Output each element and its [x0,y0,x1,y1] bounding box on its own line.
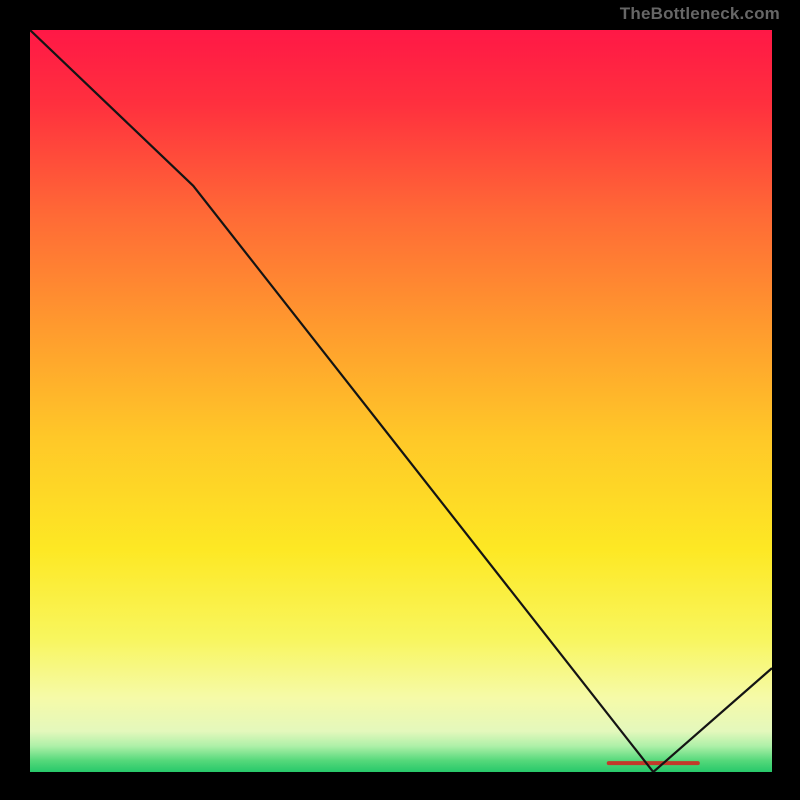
watermark-text: TheBottleneck.com [620,4,780,24]
plot-svg [30,30,772,772]
chart-background [30,30,772,772]
chart-outer: TheBottleneck.com [0,0,800,800]
plot-area [30,30,772,772]
